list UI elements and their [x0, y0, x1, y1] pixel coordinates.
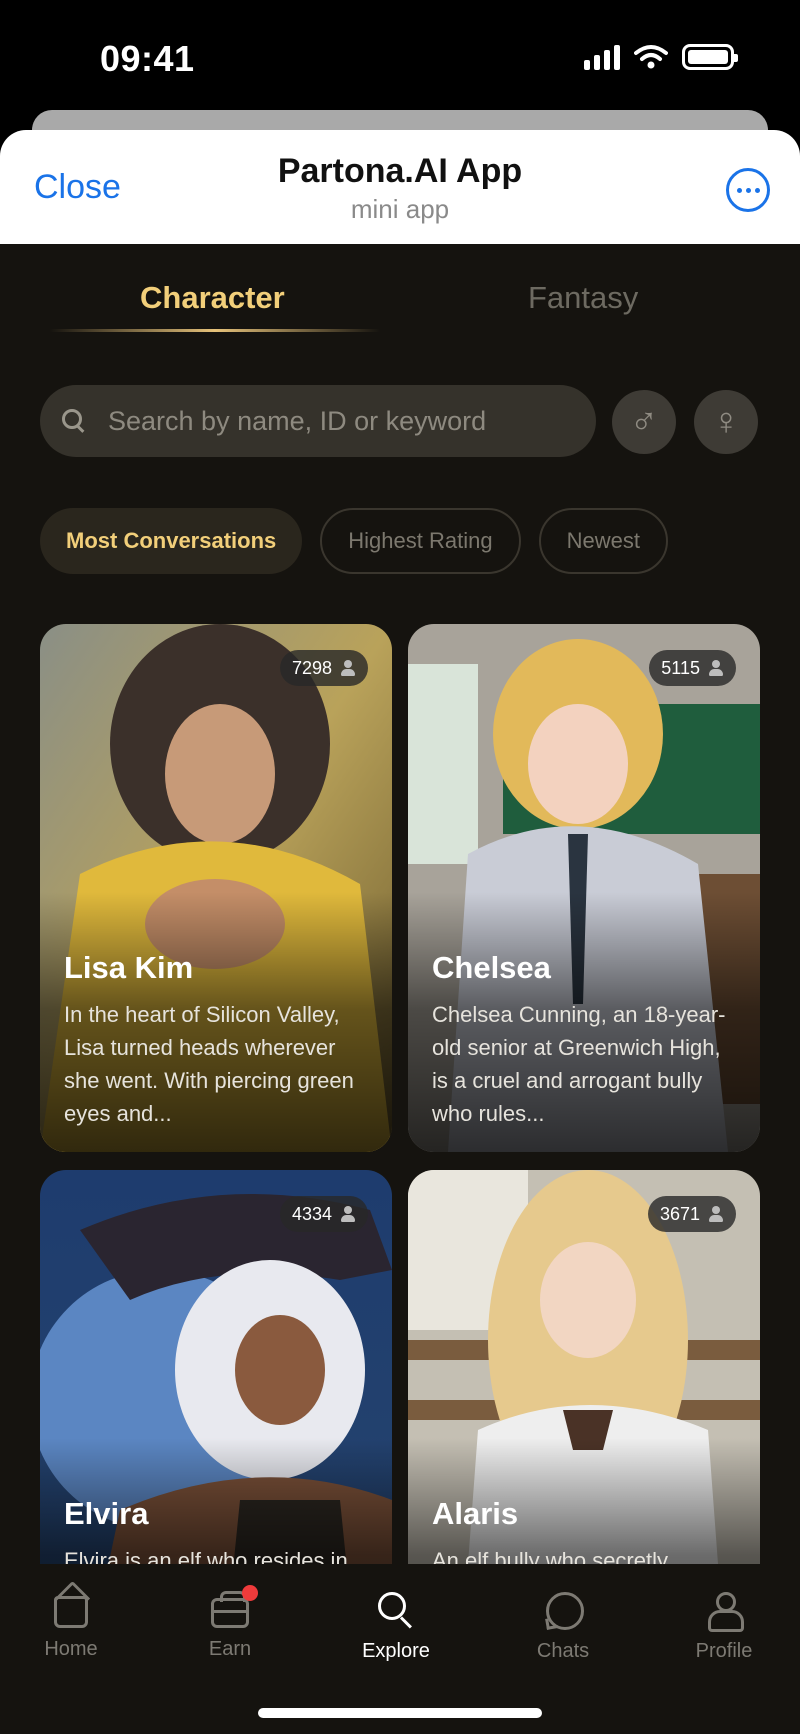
- conversation-count: 7298: [291, 657, 332, 678]
- character-description: In the heart of Silicon Valley, Lisa tur…: [64, 1002, 354, 1126]
- nav-label: Home: [44, 1638, 98, 1660]
- tab-fantasy[interactable]: Fantasy: [528, 280, 638, 316]
- search-icon: [376, 1590, 416, 1630]
- person-icon: [340, 660, 356, 676]
- conversation-count-badge: 7298: [279, 650, 368, 686]
- conversation-count-badge: 3671: [647, 1196, 736, 1232]
- character-card-lisa-kim[interactable]: 7298 Lisa Kim In the heart of Silicon Va…: [40, 624, 392, 1152]
- character-description: Chelsea Cunning, an 18-year-old senior a…: [432, 1002, 726, 1126]
- person-icon: [708, 1206, 724, 1222]
- signal-icon: [584, 44, 620, 70]
- wifi-icon: [634, 45, 668, 69]
- app-subtitle: mini app: [350, 194, 450, 224]
- female-icon[interactable]: ♀: [694, 390, 758, 454]
- conversation-count: 5115: [661, 657, 700, 678]
- chat-bubble-icon: [543, 1590, 584, 1630]
- nav-label: Earn: [208, 1638, 252, 1660]
- conversation-count-badge: 5115: [649, 650, 736, 686]
- filter-most-conversations[interactable]: Most Conversations: [40, 508, 303, 574]
- character-name: Elvira: [64, 1496, 149, 1531]
- person-icon: [340, 1206, 356, 1222]
- nav-label: Profile: [695, 1640, 753, 1662]
- character-name: Chelsea: [432, 950, 551, 985]
- gift-box-icon: [211, 1585, 258, 1628]
- battery-icon: [682, 44, 738, 70]
- nav-explore[interactable]: Explore: [336, 1590, 456, 1663]
- category-tabs: Character Fantasy: [0, 244, 800, 344]
- home-icon: [54, 1596, 88, 1628]
- explore-content: Character Fantasy ♂ ♀ Most Conversations…: [0, 244, 800, 1734]
- status-icons: [584, 44, 738, 70]
- nav-earn[interactable]: Earn: [170, 1585, 290, 1661]
- person-icon: [708, 660, 724, 676]
- nav-home[interactable]: Home: [11, 1590, 131, 1661]
- search-icon: [60, 407, 88, 435]
- nav-label: Explore: [362, 1640, 430, 1662]
- character-name: Lisa Kim: [64, 950, 194, 985]
- sort-filters: Most Conversations Highest Rating Newest: [40, 508, 668, 574]
- character-name: Alaris: [432, 1496, 519, 1531]
- mini-app-header: Close Partona.AI App mini app: [0, 130, 800, 244]
- profile-icon: [704, 1590, 744, 1632]
- character-card-chelsea[interactable]: 5115 Chelsea Chelsea Cunning, an 18-year…: [408, 624, 760, 1152]
- filter-highest-rating[interactable]: Highest Rating: [320, 508, 521, 574]
- conversation-count: 3671: [659, 1203, 700, 1224]
- more-options-icon[interactable]: [726, 168, 770, 212]
- male-icon[interactable]: ♂: [612, 390, 676, 454]
- status-time: 09:41: [100, 38, 195, 79]
- home-indicator: [258, 1708, 542, 1718]
- status-bar: 09:41: [0, 0, 800, 110]
- conversation-count-badge: 4334: [279, 1196, 368, 1232]
- filter-newest[interactable]: Newest: [538, 508, 668, 574]
- tab-character[interactable]: Character: [140, 280, 285, 316]
- nav-label: Chats: [536, 1640, 590, 1662]
- nav-chats[interactable]: Chats: [503, 1590, 623, 1663]
- active-tab-indicator: [50, 329, 380, 332]
- search-bar: [40, 385, 596, 457]
- conversation-count: 4334: [291, 1203, 332, 1224]
- app-title: Partona.AI App: [277, 152, 523, 190]
- notification-dot: [242, 1585, 258, 1601]
- nav-profile[interactable]: Profile: [664, 1590, 784, 1663]
- search-input[interactable]: [108, 405, 578, 437]
